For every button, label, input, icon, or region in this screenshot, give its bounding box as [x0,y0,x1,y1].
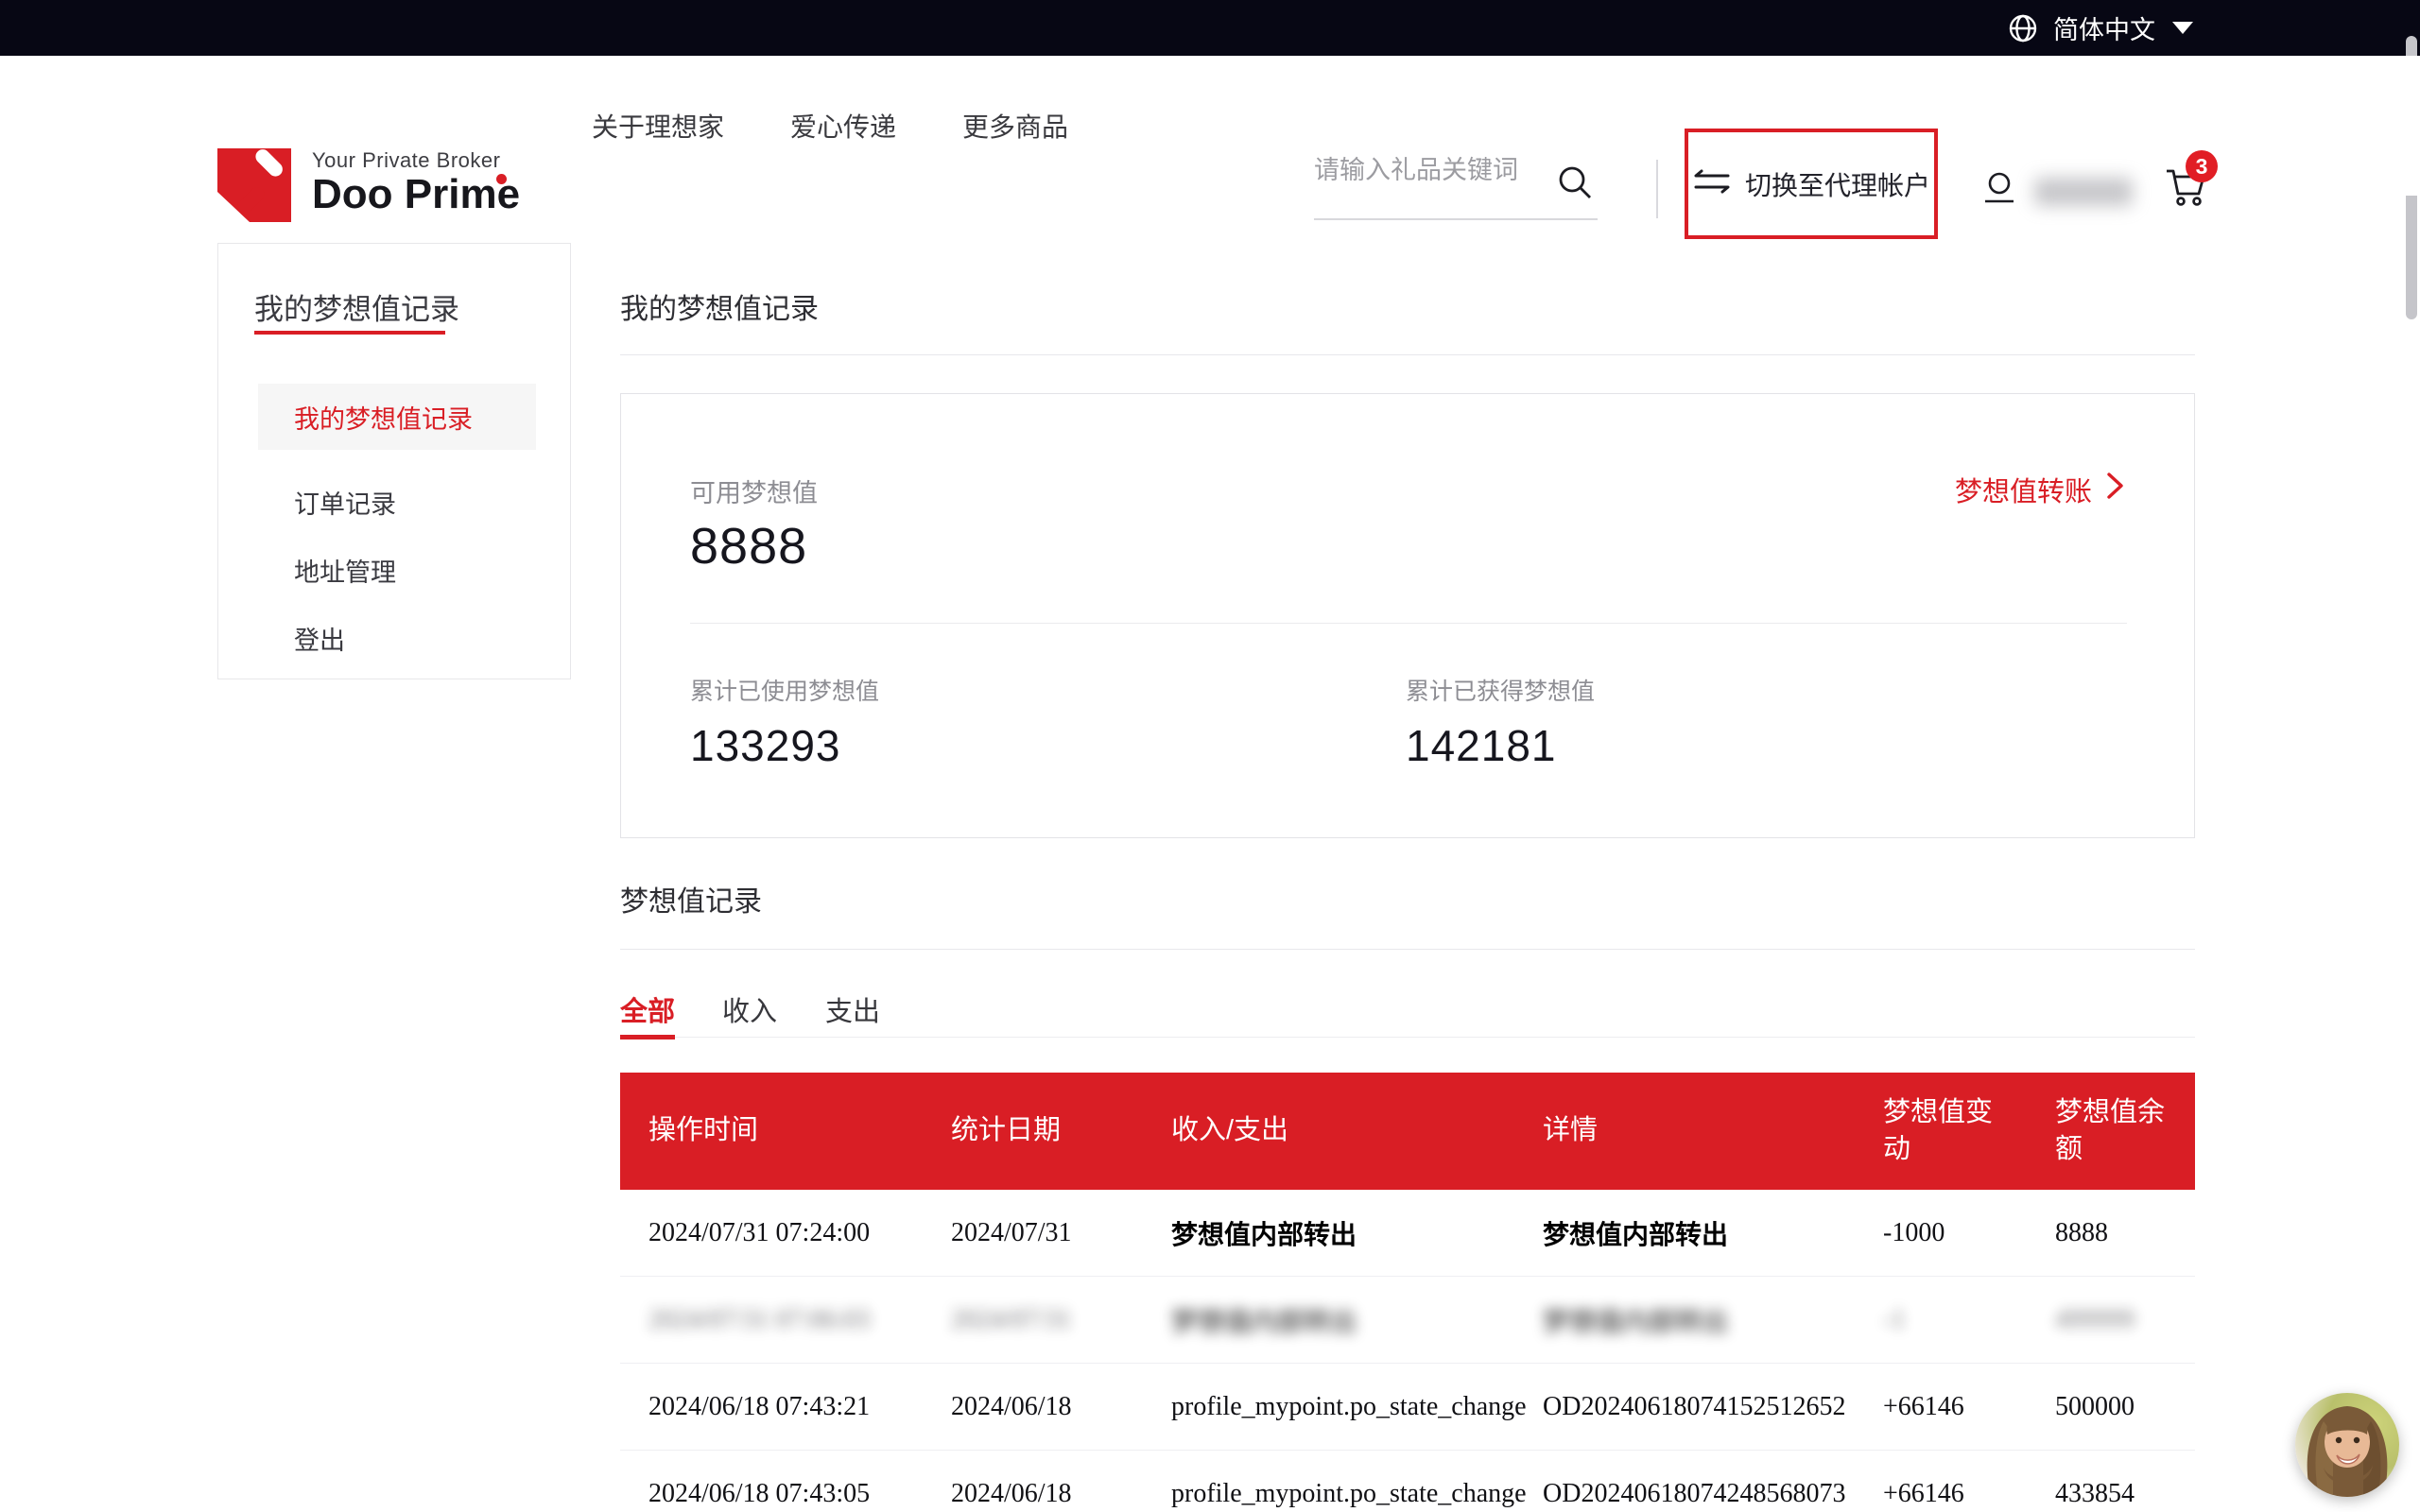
chevron-right-icon [2103,471,2126,508]
records-tabs: 全部 收入 支出 [620,980,2195,1039]
search-underline [1314,218,1598,220]
logo-text: Your Private Broker Doo Prime [312,148,520,216]
cell-type: profile_mypoint.po_state_change [1171,1392,1543,1422]
user-icon [1978,167,2021,215]
cell-change: -1 [1883,1305,2055,1335]
table-row: 2024/06/18 07:43:21 2024/06/18 profile_m… [620,1364,2195,1451]
cart-button[interactable]: 3 [2161,162,2210,215]
switch-button-label: 切换至代理帐户 [1745,165,1930,203]
logo-i-dot [496,174,507,184]
support-avatar[interactable] [2295,1393,2399,1497]
cell-date: 2024/06/18 [951,1479,1171,1509]
cell-time: 2024/06/18 07:43:21 [648,1392,951,1422]
swap-arrows-icon [1692,165,1732,202]
sidebar-item-my-dream-records[interactable]: 我的梦想值记录 [258,384,536,450]
chevron-down-icon [2172,22,2193,34]
cell-type: 梦想值内部转出 [1171,1301,1543,1339]
sidebar-item-logout[interactable]: 登出 [258,605,536,671]
table-row: 2024/07/31 07:24:00 2024/07/31 梦想值内部转出 梦… [620,1190,2195,1277]
cell-time: 2024/07/31 07:24:00 [648,1218,951,1248]
sidebar-item-address-management[interactable]: 地址管理 [258,537,536,603]
cell-detail: 梦想值内部转出 [1543,1214,1883,1252]
header: Your Private Broker Doo Prime 关于理想家 爱心传递… [0,56,2420,196]
search-icon[interactable] [1554,162,1596,208]
username-blurred [2034,178,2133,206]
logo-brand: Doo Prime [312,173,520,216]
records-table: 操作时间 统计日期 收入/支出 详情 梦想值变动 梦想值余额 2024/07/3… [620,1073,2195,1512]
col-header-stat-date: 统计日期 [951,1112,1171,1149]
transfer-link[interactable]: 梦想值转账 [1955,470,2126,509]
search-box [1314,148,1598,222]
tab-all[interactable]: 全部 [620,989,675,1029]
available-value: 8888 [690,517,807,576]
earned-value-label: 累计已获得梦想值 [1406,673,1595,707]
used-value: 133293 [690,720,879,771]
cell-detail: OD20240618074152512652 [1543,1392,1883,1422]
table-header-row: 操作时间 统计日期 收入/支出 详情 梦想值变动 梦想值余额 [620,1073,2195,1190]
used-value-stat: 累计已使用梦想值 133293 [690,673,879,771]
card-divider [690,623,2127,624]
tab-expense[interactable]: 支出 [825,989,880,1029]
doo-prime-logo[interactable]: Your Private Broker Doo Prime [217,148,520,227]
col-header-operation-time: 操作时间 [648,1112,951,1149]
sidebar: 我的梦想值记录 我的梦想值记录 订单记录 地址管理 登出 [217,243,571,679]
top-bar: 简体中文 [0,0,2420,56]
nav-item-more-products[interactable]: 更多商品 [962,107,1068,145]
header-divider [1656,160,1658,218]
col-header-value-change: 梦想值变动 [1883,1094,2055,1168]
cell-balance: 500000 [2055,1392,2195,1422]
logo-mark-icon [217,148,291,227]
tab-income[interactable]: 收入 [722,989,777,1029]
tabs-baseline [620,1037,2195,1038]
title-divider [620,354,2195,355]
cell-date: 2024/07/31 [951,1218,1171,1248]
user-account[interactable] [1978,167,2133,215]
available-value-label: 可用梦想值 [690,472,818,509]
logo-tagline: Your Private Broker [312,148,520,173]
cell-detail: OD20240618074248568073 [1543,1479,1883,1509]
sidebar-title: 我的梦想值记录 [254,285,459,328]
globe-icon [2006,11,2040,45]
nav-item-about[interactable]: 关于理想家 [592,107,724,145]
page-title: 我的梦想值记录 [620,285,819,327]
cell-time: 2024/07/31 07:06:03 [648,1305,951,1335]
earned-value-stat: 累计已获得梦想值 142181 [1406,673,1595,771]
search-input[interactable] [1314,148,1541,193]
main-nav: 关于理想家 爱心传递 更多商品 [592,56,1068,196]
table-row-blurred: 2024/07/31 07:06:03 2024/07/31 梦想值内部转出 梦… [620,1277,2195,1364]
language-label: 简体中文 [2053,9,2155,46]
sidebar-item-order-records[interactable]: 订单记录 [258,469,536,535]
cell-date: 2024/07/31 [951,1305,1171,1335]
cart-icon [2161,198,2210,215]
cell-change: +66146 [1883,1479,2055,1509]
active-tab-underline [620,1035,675,1040]
sidebar-title-underline [254,331,445,335]
cell-date: 2024/06/18 [951,1392,1171,1422]
col-header-value-balance: 梦想值余额 [2055,1094,2195,1168]
language-selector[interactable]: 简体中文 [2006,0,2193,56]
cell-balance: 499999 [2055,1305,2195,1335]
col-header-income-expense: 收入/支出 [1171,1112,1543,1149]
earned-value: 142181 [1406,720,1595,771]
records-section-title: 梦想值记录 [620,878,762,919]
nav-item-charity[interactable]: 爱心传递 [790,107,896,145]
cell-detail: 梦想值内部转出 [1543,1301,1883,1339]
cell-type: profile_mypoint.po_state_change [1171,1479,1543,1509]
page: 简体中文 Your Private Broker Doo Prime 关于理想家 [0,0,2420,1512]
records-divider [620,949,2195,950]
switch-to-agent-button[interactable]: 切换至代理帐户 [1685,129,1938,239]
cell-change: +66146 [1883,1392,2055,1422]
used-value-label: 累计已使用梦想值 [690,673,879,707]
cell-balance: 8888 [2055,1218,2195,1248]
col-header-detail: 详情 [1543,1112,1883,1149]
cell-balance: 433854 [2055,1479,2195,1509]
dream-value-summary-card: 可用梦想值 8888 梦想值转账 累计已使用梦想值 133293 累计已获得梦想… [620,393,2195,838]
cell-type: 梦想值内部转出 [1171,1214,1543,1252]
cart-badge: 3 [2186,150,2218,182]
cell-time: 2024/06/18 07:43:05 [648,1479,951,1509]
cell-change: -1000 [1883,1218,2055,1248]
transfer-link-label: 梦想值转账 [1955,470,2092,509]
table-row: 2024/06/18 07:43:05 2024/06/18 profile_m… [620,1451,2195,1512]
